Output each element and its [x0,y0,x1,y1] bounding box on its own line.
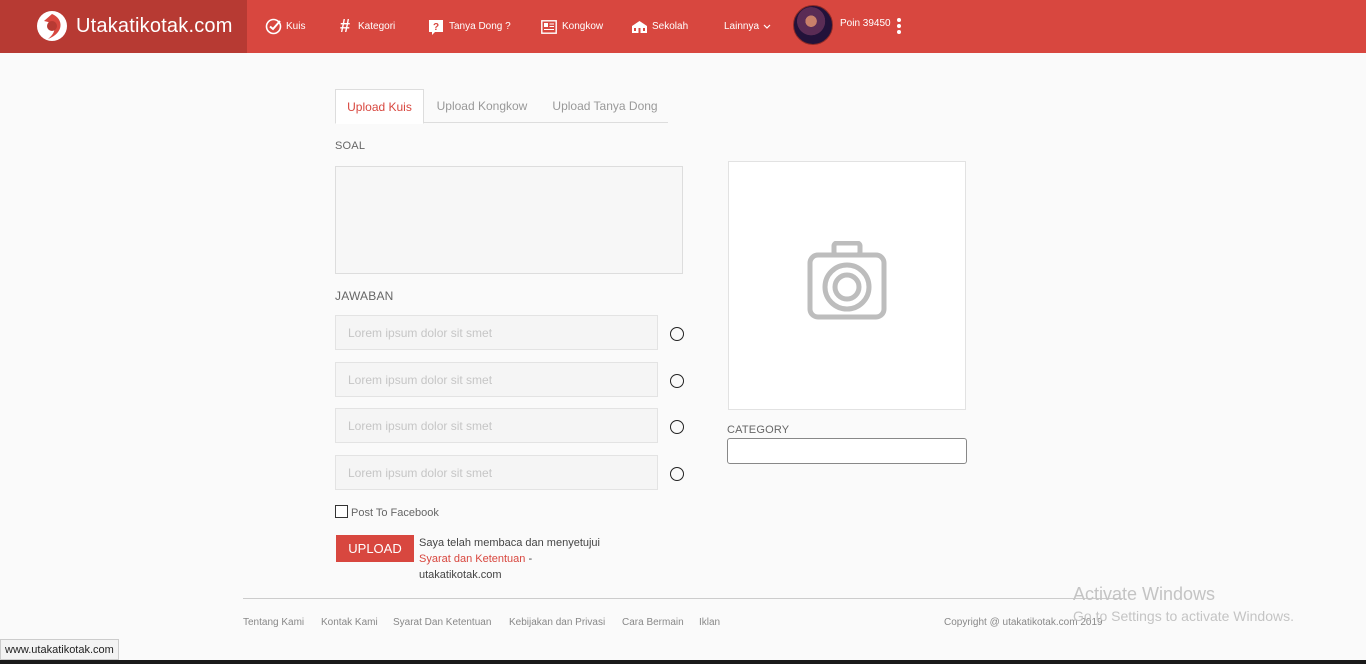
answer-input-4[interactable]: Lorem ipsum dolor sit smet [335,455,658,490]
terms-link[interactable]: Syarat dan Ketentuan [419,553,525,565]
upload-button[interactable]: UPLOAD [336,535,414,562]
nav-label: Kongkow [562,21,604,32]
nav-label: Lainnya [724,21,760,32]
nav-lainnya[interactable]: Lainnya [724,0,771,53]
svg-text:?: ? [433,22,439,33]
news-icon [540,18,558,36]
answer-radio-2[interactable] [670,374,684,388]
answer-radio-3[interactable] [670,420,684,434]
nav-kuis[interactable]: Kuis [264,0,305,53]
footer-link-cara-bermain[interactable]: Cara Bermain [622,617,684,628]
category-label: CATEGORY [727,424,790,436]
footer-link-iklan[interactable]: Iklan [699,617,720,628]
answer-input-1[interactable]: Lorem ipsum dolor sit smet [335,315,658,350]
bottom-strip [0,660,1366,664]
tab-upload-kuis[interactable]: Upload Kuis [335,89,424,124]
check-circle-icon [264,18,282,36]
answer-radio-1[interactable] [670,327,684,341]
answer-input-3[interactable]: Lorem ipsum dolor sit smet [335,408,658,443]
footer-link-syarat[interactable]: Syarat Dan Ketentuan [393,617,491,628]
points-label: Poin 39450 [840,18,891,29]
top-navbar: Utakatikotak.com Kuis # Kategori ? Tanya… [0,0,1366,53]
answer-input-2[interactable]: Lorem ipsum dolor sit smet [335,362,658,397]
camera-icon [807,241,887,320]
agreement-text: Saya telah membaca dan menyetujui Syarat… [419,535,639,583]
tab-upload-tanya-dong[interactable]: Upload Tanya Dong [541,89,669,123]
avatar[interactable] [793,5,833,45]
activate-windows-title: Activate Windows [1073,584,1216,604]
soal-textarea[interactable] [335,166,683,274]
hash-icon: # [339,16,350,36]
browser-status-url: www.utakatikotak.com [0,639,119,660]
nav-label: Kuis [286,21,306,32]
footer-link-kebijakan[interactable]: Kebijakan dan Privasi [509,617,605,628]
brand-name: Utakatikotak.com [76,15,233,37]
footer-link-kontak[interactable]: Kontak Kami [321,617,378,628]
logo-icon [37,11,67,41]
nav-kongkow[interactable]: Kongkow [540,0,603,53]
nav-label: Tanya Dong ? [449,21,511,32]
upload-tabs: Upload Kuis Upload Kongkow Upload Tanya … [335,89,669,124]
answer-radio-4[interactable] [670,467,684,481]
soal-label: SOAL [335,140,366,152]
school-icon [630,18,648,36]
nav-label: Kategori [358,21,396,32]
jawaban-label: JAWABAN [335,289,394,303]
nav-sekolah[interactable]: Sekolah [630,0,688,53]
agree-site: utakatikotak.com [419,569,502,581]
nav-tanya-dong[interactable]: ? Tanya Dong ? [427,0,511,53]
agree-text: Saya telah membaca dan menyetujui [419,537,600,549]
facebook-checkbox[interactable] [335,505,348,518]
chevron-down-icon [763,24,771,30]
brand[interactable]: Utakatikotak.com [0,0,247,53]
footer-link-tentang[interactable]: Tentang Kami [243,617,304,628]
category-input[interactable] [727,438,967,464]
footer-divider [243,598,1123,599]
facebook-label: Post To Facebook [351,507,439,519]
activate-windows-subtitle: Go to Settings to activate Windows. [1073,608,1294,624]
more-menu-icon[interactable] [894,17,904,37]
agree-suffix: - [525,553,533,565]
tab-upload-kongkow[interactable]: Upload Kongkow [427,89,537,123]
nav-label: Sekolah [652,21,689,32]
question-icon: ? [427,18,445,36]
nav-kategori[interactable]: # Kategori [336,0,395,53]
image-upload-area[interactable] [728,161,966,410]
